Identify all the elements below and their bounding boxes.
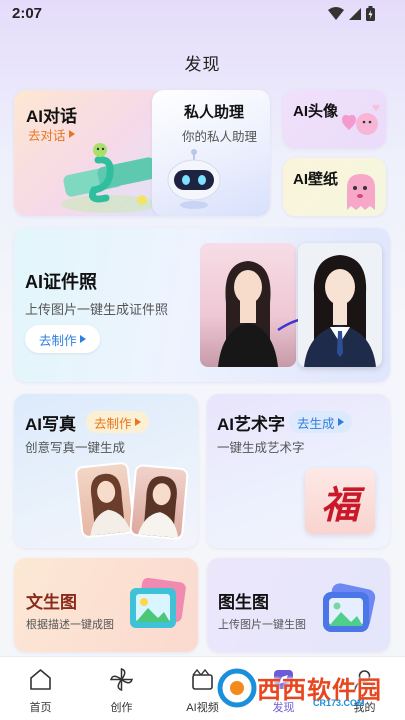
art-text-title: AI艺术字 [217,415,285,434]
selfie-portrait-icon [218,261,278,367]
video-icon [192,668,213,690]
wifi-icon [328,6,344,20]
make-portrait-button[interactable]: 去制作 [86,411,149,433]
assistant-subtitle: 你的私人助理 [182,130,258,144]
robot-icon [167,149,221,209]
make-id-photo-button[interactable]: 去制作 [25,325,100,353]
portrait-girl-icon [136,476,179,541]
tab-home-label: 首页 [29,702,52,714]
arrow-right-icon [134,418,141,426]
portrait-sample-1 [74,461,136,539]
ai-wallpaper-card[interactable]: AI壁纸 [283,158,386,216]
text-to-image-card[interactable]: 文生图 根据描述一键成图 [14,558,198,652]
avatar-hearts-icon [342,104,380,135]
portrait-girl-icon [90,473,132,539]
ai-portrait-title: AI写真 [25,415,76,434]
picture-frame-icon [130,578,186,628]
image-to-image-subtitle: 上传图片一键生图 [218,619,306,631]
art-text-subtitle: 一键生成艺术字 [217,441,305,455]
id-photo-title: AI证件照 [25,272,97,292]
image-to-image-card[interactable]: 图生图 上传图片一键生图 [207,558,390,652]
text-to-image-title: 文生图 [26,593,77,612]
ai-id-photo-card[interactable]: AI证件照 上传图片一键生成证件照 去制作 [14,228,390,382]
personal-assistant-card[interactable]: 私人助理 你的私人助理 [152,90,270,216]
status-bar: 2:07 [0,0,405,28]
tab-create-label: 创作 [110,702,133,714]
status-time: 2:07 [12,5,43,22]
make-id-photo-label: 去制作 [39,333,77,348]
ai-avatar-card[interactable]: AI头像 [283,90,386,148]
make-portrait-label: 去制作 [94,416,132,431]
assistant-title: 私人助理 [184,104,245,121]
ai-portrait-subtitle: 创意写真一键生成 [25,441,126,455]
signal-icon [349,7,361,20]
ai-avatar-title: AI头像 [293,103,339,120]
watermark-subtext: CR173.COM [313,698,365,708]
home-icon [30,669,51,690]
tab-create[interactable]: 创作 [81,657,162,720]
ai-wallpaper-title: AI壁纸 [293,171,339,188]
ai-portrait-card[interactable]: AI写真 去制作 创意写真一键生成 [14,394,198,548]
art-text-sample: 福 [305,468,375,534]
gallery-icon [323,583,376,632]
sample-id-photo [298,243,382,367]
generate-art-text-label: 去生成 [297,416,335,431]
ai-art-text-card[interactable]: AI艺术字 去生成 一键生成艺术字 福 [207,394,390,548]
id-portrait-icon [304,255,376,367]
arrow-right-icon [68,130,75,138]
arrow-right-icon [79,335,86,343]
sample-selfie-photo [200,243,296,367]
page-title: 发现 [184,55,221,74]
watermark-logo-icon [217,668,257,708]
id-photo-subtitle: 上传图片一键生成证件照 [25,302,169,317]
tab-home[interactable]: 首页 [0,657,81,720]
arrow-right-icon [337,418,344,426]
ai-chat-card[interactable]: AI对话 去对话 [14,90,165,216]
ghost-mascot-icon [347,174,375,210]
text-to-image-subtitle: 根据描述一键成图 [26,619,114,631]
image-to-image-title: 图生图 [218,593,269,612]
site-watermark: 西西软件园 CR173.COM [217,664,387,712]
status-icons [328,6,375,21]
art-text-sample-char: 福 [320,481,359,527]
pinwheel-icon [109,667,134,692]
portrait-sample-2 [128,463,190,541]
generate-art-text-button[interactable]: 去生成 [289,411,352,433]
battery-icon [366,6,375,21]
chat-3d-illustration-icon [61,143,157,213]
